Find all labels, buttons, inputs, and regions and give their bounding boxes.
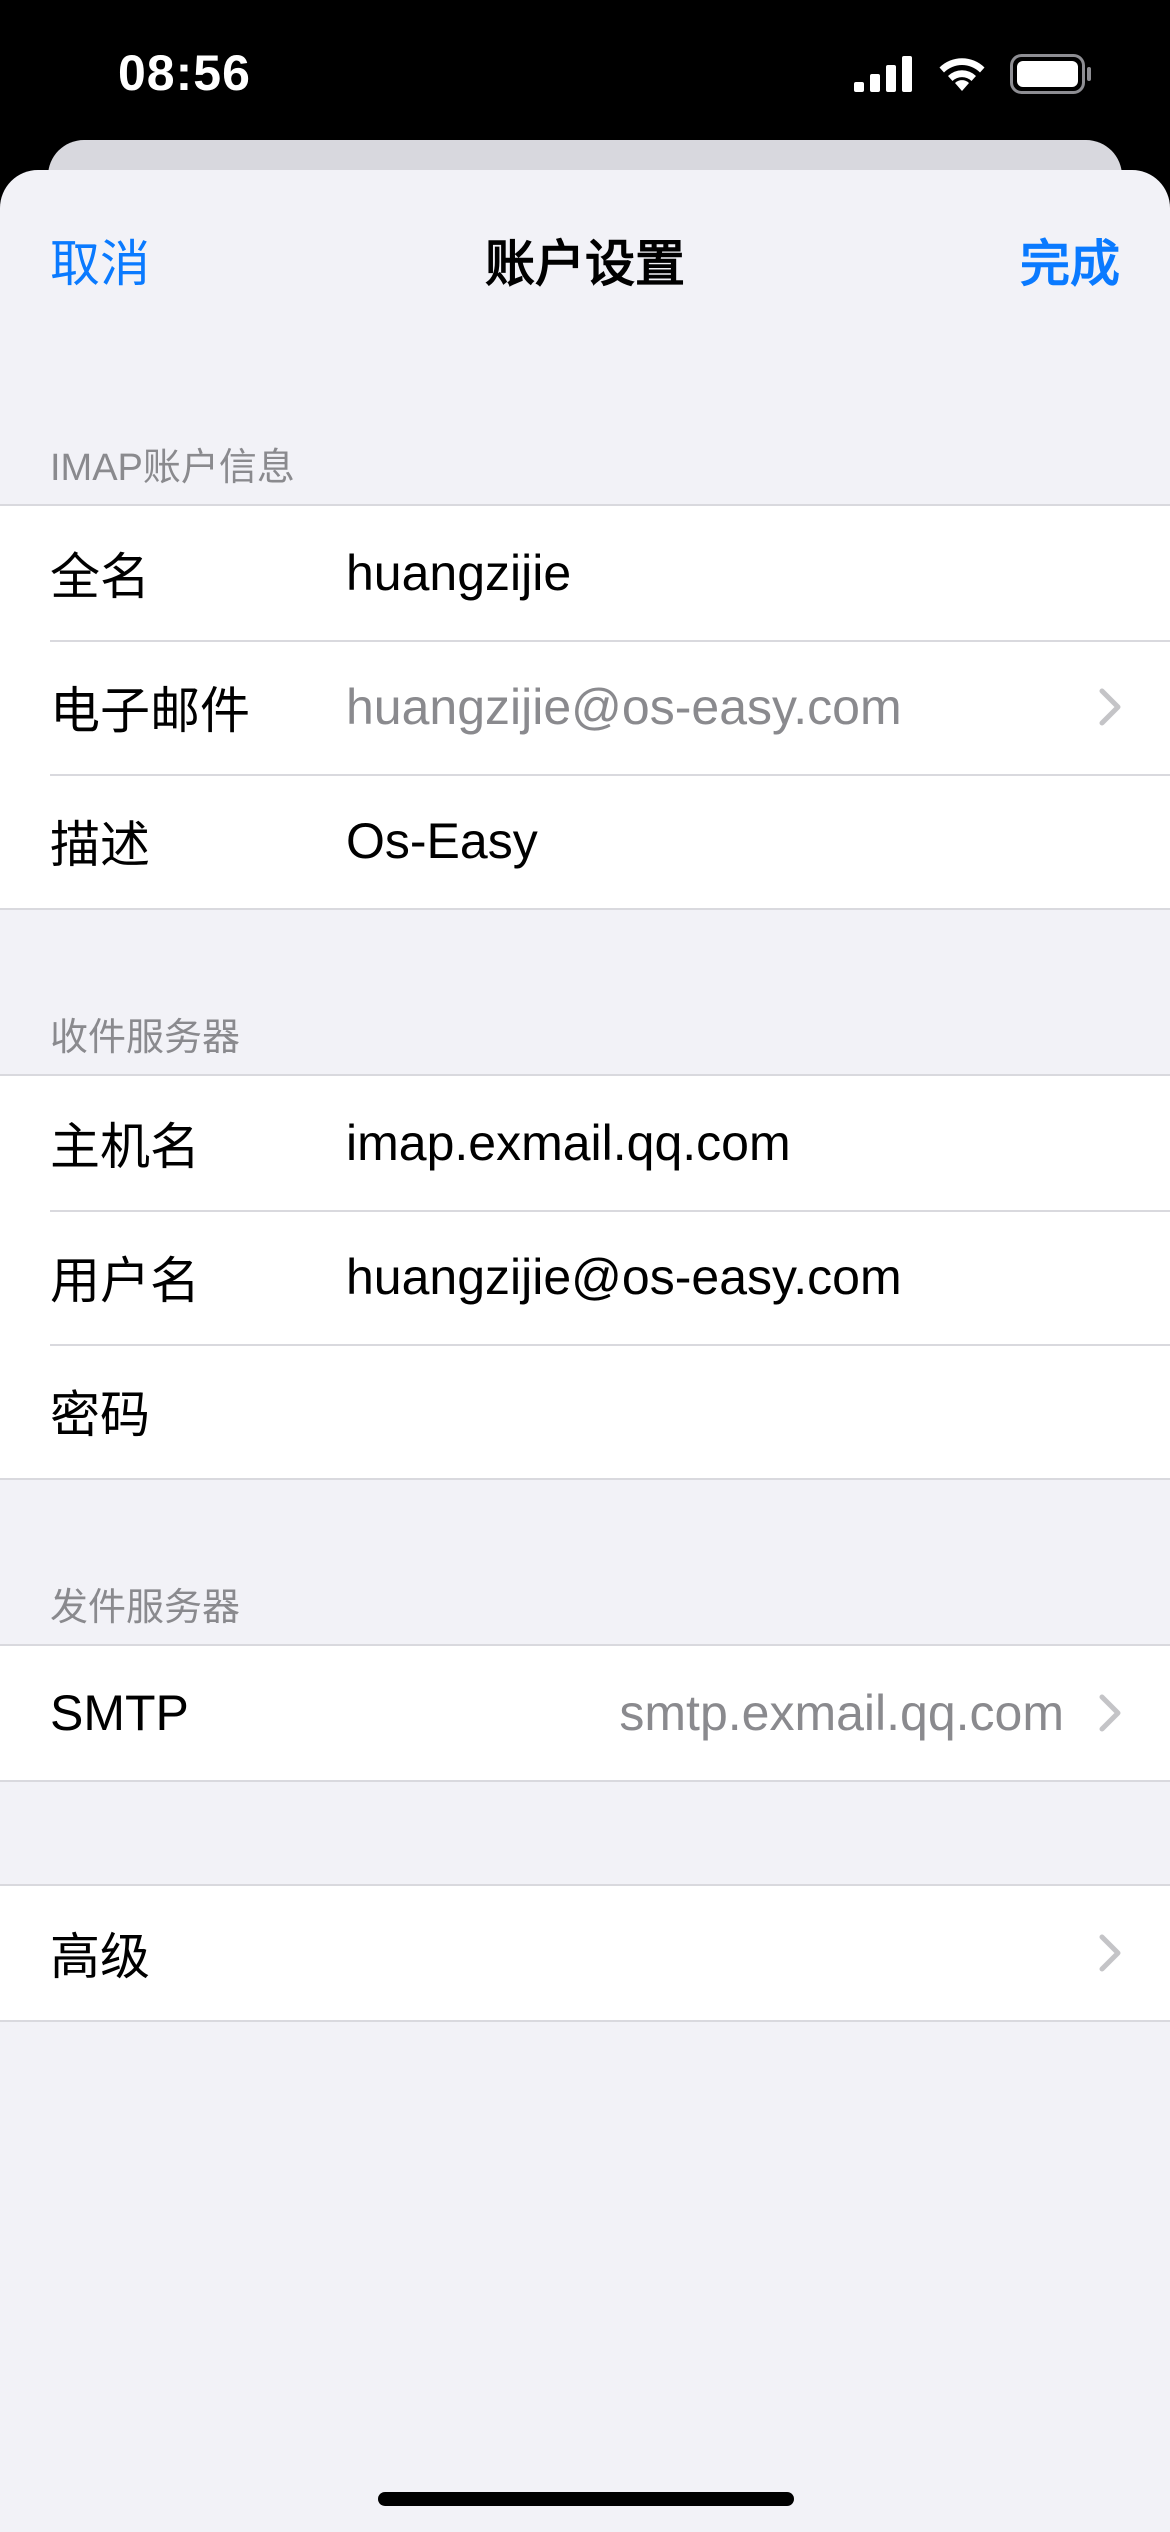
account-settings-sheet: 取消 账户设置 完成 IMAP账户信息 全名 电子邮件 huangzijie@o… <box>0 170 1170 2532</box>
password-label: 密码 <box>50 1387 150 1443</box>
hostname-label: 主机名 <box>50 1119 200 1175</box>
hostname-row[interactable]: 主机名 <box>0 1076 1170 1210</box>
description-field[interactable] <box>346 812 1086 870</box>
home-indicator[interactable] <box>378 2492 794 2506</box>
username-row[interactable]: 用户名 <box>0 1210 1170 1344</box>
wifi-icon <box>936 55 988 98</box>
full-name-row[interactable]: 全名 <box>0 506 1170 640</box>
chevron-right-icon <box>1098 687 1122 727</box>
status-icons <box>854 54 1092 99</box>
incoming-server-group: 主机名 用户名 密码 <box>0 1074 1170 1480</box>
email-row[interactable]: 电子邮件 huangzijie@os-easy.com <box>0 640 1170 774</box>
page-title: 账户设置 <box>485 236 685 292</box>
smtp-row[interactable]: SMTP smtp.exmail.qq.com <box>0 1646 1170 1780</box>
done-button[interactable]: 完成 <box>1020 224 1120 296</box>
password-row[interactable]: 密码 <box>0 1344 1170 1478</box>
full-name-field[interactable] <box>346 544 1086 602</box>
username-field[interactable] <box>346 1248 1086 1306</box>
email-value: huangzijie@os-easy.com <box>346 679 902 735</box>
hostname-field[interactable] <box>346 1114 1086 1172</box>
imap-info-group: 全名 电子邮件 huangzijie@os-easy.com 描述 <box>0 504 1170 910</box>
status-bar: 08:56 <box>0 0 1170 140</box>
email-label: 电子邮件 <box>50 683 250 739</box>
smtp-label: SMTP <box>50 1685 189 1741</box>
full-name-label: 全名 <box>50 549 150 605</box>
smtp-value: smtp.exmail.qq.com <box>619 1685 1064 1741</box>
cellular-signal-icon <box>854 56 914 97</box>
section-header-outgoing: 发件服务器 <box>50 1587 241 1629</box>
advanced-row[interactable]: 高级 <box>0 1886 1170 2020</box>
advanced-group: 高级 <box>0 1884 1170 2022</box>
advanced-label: 高级 <box>50 1929 150 1985</box>
password-field[interactable] <box>346 1382 1086 1440</box>
description-label: 描述 <box>50 817 150 873</box>
battery-icon <box>1010 54 1092 99</box>
chevron-right-icon <box>1098 1693 1122 1733</box>
outgoing-server-group: SMTP smtp.exmail.qq.com <box>0 1644 1170 1782</box>
section-header-imap: IMAP账户信息 <box>50 447 295 489</box>
cancel-button[interactable]: 取消 <box>50 224 150 296</box>
description-row[interactable]: 描述 <box>0 774 1170 908</box>
chevron-right-icon <box>1098 1933 1122 1973</box>
status-time: 08:56 <box>118 45 251 101</box>
navigation-bar: 取消 账户设置 完成 <box>0 170 1170 340</box>
username-label: 用户名 <box>50 1253 200 1309</box>
section-header-incoming: 收件服务器 <box>50 1017 241 1059</box>
